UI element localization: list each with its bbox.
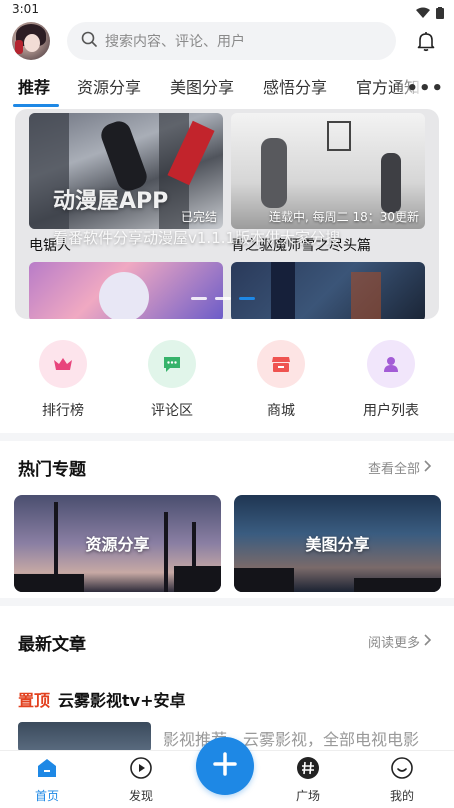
section-divider (0, 598, 454, 606)
tab-resource-share[interactable]: 资源分享 (77, 74, 141, 98)
status-bar: 3:01 (0, 0, 454, 20)
quick-entries: 排行榜 评论区 商城 用户列表 (0, 340, 454, 422)
article-thumbnail[interactable] (18, 722, 151, 752)
quick-shop[interactable]: 商城 (236, 340, 326, 420)
profile-icon (389, 755, 415, 781)
quick-user-list[interactable]: 用户列表 (346, 340, 436, 420)
category-tabs: 推荐 资源分享 美图分享 感悟分享 官方通知 ••• (0, 66, 454, 108)
search-bar[interactable]: 搜索内容、评论、用户 (67, 22, 396, 60)
shop-icon (257, 340, 305, 388)
nav-label: 发现 (128, 789, 153, 803)
topic-label: 资源分享 (85, 535, 150, 554)
quick-label: 排行榜 (42, 403, 84, 419)
article-title: 云雾影视tv+安卓 (58, 691, 186, 710)
nav-label: 我的 (389, 789, 414, 803)
banner-card[interactable] (29, 262, 223, 319)
card-status-badge: 连载中, 每周二 18：30更新 (269, 210, 419, 224)
bell-icon[interactable] (414, 29, 438, 53)
plus-icon (211, 750, 239, 782)
create-post-button[interactable] (196, 737, 254, 795)
home-icon (34, 755, 60, 781)
comment-icon (148, 340, 196, 388)
read-more-link[interactable]: 阅读更多 (368, 632, 432, 651)
carousel-dot[interactable] (191, 297, 207, 300)
pinned-badge: 置顶 (18, 691, 51, 710)
read-more-label: 阅读更多 (367, 636, 420, 651)
hashtag-icon (295, 755, 321, 781)
quick-comments[interactable]: 评论区 (127, 340, 217, 420)
discover-icon (128, 755, 154, 781)
nav-square[interactable]: 广场 (278, 755, 338, 804)
banner-card[interactable] (231, 262, 425, 319)
avatar[interactable] (12, 22, 50, 60)
nav-profile[interactable]: 我的 (372, 755, 432, 804)
article-snippet: 影视推荐，云雾影视，全部电视电影 (163, 730, 420, 749)
hot-topics-title: 热门专题 (18, 460, 86, 480)
user-icon (367, 340, 415, 388)
search-placeholder: 搜索内容、评论、用户 (105, 34, 245, 50)
tab-indicator (13, 104, 59, 107)
view-all-label: 查看全部 (367, 462, 420, 477)
carousel-dot-active[interactable] (239, 297, 255, 300)
card-status-badge: 已完结 (180, 210, 217, 224)
carousel-dots (191, 297, 255, 300)
topic-card-resource[interactable]: 资源分享 (14, 495, 221, 592)
latest-articles-title: 最新文章 (18, 635, 86, 655)
banner-card-blue-exorcist[interactable]: 连载中, 每周二 18：30更新 (231, 113, 425, 229)
nav-label: 首页 (34, 789, 59, 803)
nav-label: 广场 (295, 789, 320, 803)
status-time: 3:01 (12, 2, 39, 16)
tab-image-share[interactable]: 美图分享 (170, 74, 234, 98)
crown-icon (39, 340, 87, 388)
chevron-right-icon (424, 459, 432, 476)
quick-label: 用户列表 (363, 403, 419, 419)
tab-insight-share[interactable]: 感悟分享 (263, 74, 327, 98)
nav-home[interactable]: 首页 (17, 755, 77, 804)
banner-overlay-subtitle: 看番软件分享动漫屋v1.1.1版本供大家分搜 (53, 229, 341, 247)
carousel-dot[interactable] (215, 297, 231, 300)
topic-card-images[interactable]: 美图分享 (234, 495, 441, 592)
tab-recommend[interactable]: 推荐 (18, 74, 50, 98)
top-header: 搜索内容、评论、用户 (0, 20, 454, 64)
banner-overlay-title: 动漫屋APP (53, 189, 169, 214)
more-tabs-icon[interactable]: ••• (406, 78, 444, 99)
quick-label: 评论区 (151, 403, 193, 419)
section-divider (0, 433, 454, 441)
quick-label: 商城 (267, 403, 295, 419)
quick-ranking[interactable]: 排行榜 (18, 340, 108, 420)
view-all-link[interactable]: 查看全部 (368, 458, 432, 477)
banner-carousel[interactable]: 已完结 连载中, 每周二 18：30更新 电锯人 青之驱魔师雪之尽头篇 动漫屋A… (15, 109, 439, 319)
article-headline[interactable]: 置顶 云雾影视tv+安卓 (18, 687, 186, 711)
nav-discover[interactable]: 发现 (111, 755, 171, 804)
chevron-right-icon (424, 633, 432, 650)
topic-label: 美图分享 (305, 535, 370, 554)
search-icon (81, 31, 97, 51)
